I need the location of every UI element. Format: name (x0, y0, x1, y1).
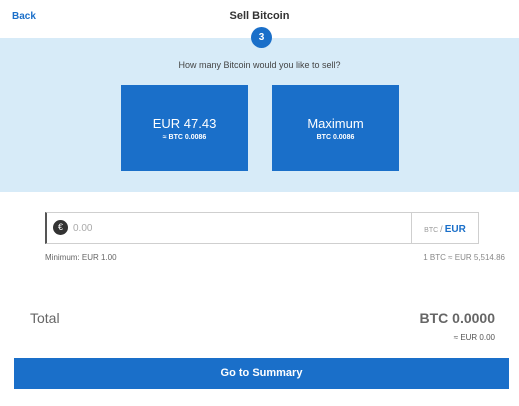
maximum-amount-button[interactable]: Maximum BTC 0.0086 (272, 85, 399, 171)
amount-question: How many Bitcoin would you like to sell? (178, 60, 341, 70)
total-label: Total (30, 310, 60, 326)
exchange-rate-text: 1 BTC ≈ EUR 5,514.86 (423, 253, 505, 262)
eur-amount-button[interactable]: EUR 47.43 ≈ BTC 0.0086 (121, 85, 248, 171)
amount-selection-panel: How many Bitcoin would you like to sell?… (0, 38, 519, 192)
maximum-label: Maximum (307, 116, 364, 131)
currency-separator: / (440, 224, 443, 234)
euro-icon: € (53, 220, 68, 235)
currency-option-btc[interactable]: BTC (424, 227, 438, 234)
amount-input-group: € BTC/EUR (45, 212, 479, 244)
total-btc-value: BTC 0.0000 (419, 310, 495, 326)
amount-input[interactable] (73, 219, 403, 237)
go-to-summary-button[interactable]: Go to Summary (14, 358, 509, 389)
eur-amount-btc-equivalent: ≈ BTC 0.0086 (162, 134, 207, 141)
currency-toggle[interactable]: BTC / EUR (411, 213, 478, 243)
currency-option-eur[interactable]: EUR (445, 224, 466, 235)
eur-amount-label: EUR 47.43 (152, 116, 217, 131)
minimum-amount-text: Minimum: EUR 1.00 (45, 253, 117, 262)
page-title: Sell Bitcoin (229, 10, 290, 22)
total-eur-value: ≈ EUR 0.00 (453, 333, 495, 342)
maximum-btc-value: BTC 0.0086 (316, 134, 355, 141)
step-indicator: 3 (251, 27, 272, 48)
